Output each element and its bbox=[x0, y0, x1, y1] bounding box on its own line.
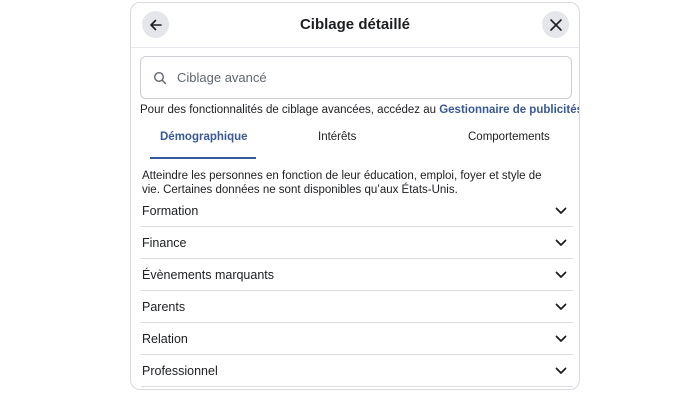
chevron-down-icon bbox=[555, 271, 567, 279]
category-relation[interactable]: Relation bbox=[141, 323, 573, 355]
category-professionnel[interactable]: Professionnel bbox=[141, 355, 573, 387]
category-label: Professionnel bbox=[142, 363, 218, 378]
ads-manager-link[interactable]: Gestionnaire de publicités bbox=[439, 104, 579, 116]
search-field[interactable] bbox=[140, 56, 572, 99]
chevron-down-icon bbox=[555, 367, 567, 375]
detailed-targeting-dialog: Ciblage détaillé Pour des fonctionnalité… bbox=[130, 2, 580, 390]
tab-description: Atteindre les personnes en fonction de l… bbox=[142, 170, 542, 196]
targeting-tabs: Démographique Intérêts Comportements bbox=[140, 128, 572, 160]
category-finance[interactable]: Finance bbox=[141, 227, 573, 259]
category-label: Parents bbox=[142, 299, 186, 314]
dialog-header: Ciblage détaillé bbox=[131, 3, 579, 48]
tab-comportements[interactable]: Comportements bbox=[468, 131, 550, 143]
category-formation[interactable]: Formation bbox=[141, 195, 573, 227]
active-tab-indicator bbox=[150, 157, 256, 159]
search-input[interactable] bbox=[177, 70, 537, 85]
dialog-title: Ciblage détaillé bbox=[299, 16, 411, 33]
search-icon bbox=[153, 71, 167, 85]
tab-interets[interactable]: Intérêts bbox=[318, 131, 356, 143]
category-list: Formation Finance Évènements marquants P… bbox=[141, 195, 573, 387]
category-label: Formation bbox=[142, 203, 199, 218]
tab-demographique[interactable]: Démographique bbox=[160, 131, 248, 143]
chevron-down-icon bbox=[555, 239, 567, 247]
chevron-down-icon bbox=[555, 303, 567, 311]
category-label: Finance bbox=[142, 235, 187, 250]
chevron-down-icon bbox=[555, 207, 567, 215]
category-label: Relation bbox=[142, 331, 188, 346]
close-button[interactable] bbox=[542, 11, 569, 38]
close-icon bbox=[549, 18, 562, 31]
advanced-targeting-hint: Pour des fonctionnalités de ciblage avan… bbox=[140, 104, 579, 116]
category-parents[interactable]: Parents bbox=[141, 291, 573, 323]
category-label: Évènements marquants bbox=[142, 267, 275, 282]
hint-text: Pour des fonctionnalités de ciblage avan… bbox=[140, 104, 440, 116]
chevron-down-icon bbox=[555, 335, 567, 343]
category-evenements-marquants[interactable]: Évènements marquants bbox=[141, 259, 573, 291]
